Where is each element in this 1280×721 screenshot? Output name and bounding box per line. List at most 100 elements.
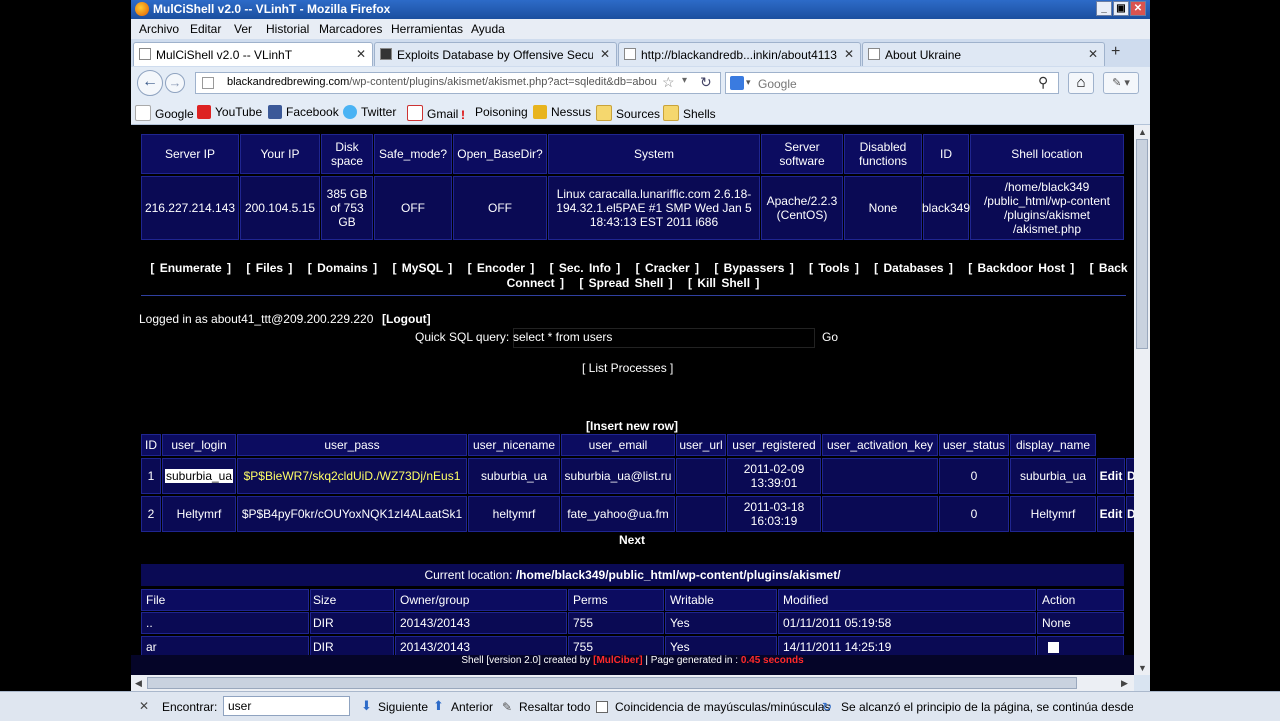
url-bar[interactable]: blackandredbrewing.com/wp-content/plugin… [195, 72, 721, 94]
menu-mysql[interactable]: [ MySQL ] [392, 261, 452, 275]
file-row-perms: 755 [568, 612, 664, 634]
bookmark-shells[interactable]: Shells [663, 105, 716, 121]
close-window-button[interactable]: ✕ [1130, 1, 1146, 16]
menu-archivo[interactable]: Archivo [139, 22, 179, 36]
chevron-down-icon[interactable]: ▾ [746, 77, 751, 88]
footer-author[interactable]: [MulCiber] [593, 655, 642, 666]
bookmark-youtube[interactable]: YouTube [197, 105, 262, 119]
page-icon [139, 48, 151, 60]
highlight-all-button[interactable]: Resaltar todo [519, 700, 590, 714]
col-writable: Writable [665, 589, 777, 611]
google-icon[interactable] [730, 76, 744, 90]
bookmark-facebook[interactable]: Facebook [268, 105, 339, 119]
menu-domains[interactable]: [ Domains ] [308, 261, 377, 275]
menu-sec-info[interactable]: [ Sec. Info ] [550, 261, 621, 275]
home-button[interactable]: ⌂ [1068, 72, 1094, 94]
search-icon[interactable]: ⚲ [1038, 74, 1048, 91]
menu-ver[interactable]: Ver [234, 22, 252, 36]
google-icon [135, 105, 151, 121]
next-link[interactable]: Next [619, 533, 645, 547]
menu-cracker[interactable]: [ Cracker ] [636, 261, 699, 275]
search-input[interactable]: Google [758, 77, 797, 91]
bookmark-label: Twitter [361, 105, 397, 119]
horizontal-scrollbar[interactable]: ◀ ▶ [131, 675, 1134, 691]
scrollbar-thumb[interactable] [1136, 139, 1148, 349]
menu-historial[interactable]: Historial [266, 22, 309, 36]
table-row-login[interactable]: suburbia_ua [162, 458, 236, 494]
minimize-button[interactable]: _ [1096, 1, 1112, 16]
new-tab-button[interactable]: + [1111, 43, 1120, 61]
bookmark-google[interactable]: Google [135, 105, 194, 121]
arrow-up-icon[interactable]: ⬆ [433, 698, 444, 714]
menu-marcadores[interactable]: Marcadores [319, 22, 382, 36]
col-perms: Perms [568, 589, 664, 611]
logout-link[interactable]: [Logout] [382, 312, 431, 326]
close-tab-icon[interactable]: ✕ [600, 47, 610, 61]
bookmark-label: YouTube [215, 105, 263, 119]
close-tab-icon[interactable]: ✕ [844, 47, 854, 61]
menu-backdoor-host[interactable]: [ Backdoor Host ] [968, 261, 1074, 275]
insert-row-link[interactable]: [Insert new row] [586, 419, 678, 433]
scroll-left-icon[interactable]: ◀ [135, 678, 142, 689]
delete-link[interactable]: D [1126, 458, 1134, 494]
tab-about-ukraine[interactable]: About Ukraine ✕ [862, 42, 1105, 66]
go-button[interactable]: Go [822, 330, 838, 344]
file-row-name[interactable]: .. [141, 612, 309, 634]
quick-sql-input[interactable]: select * from users [513, 330, 612, 344]
arrow-down-icon[interactable]: ⬇ [361, 698, 372, 714]
menu-editar[interactable]: Editar [190, 22, 221, 36]
bookmark-gmail[interactable]: Gmail [407, 105, 458, 121]
close-tab-icon[interactable]: ✕ [1088, 47, 1098, 61]
tab-exploits-db[interactable]: Exploits Database by Offensive Security … [374, 42, 617, 66]
find-input[interactable]: user [223, 696, 350, 716]
header-safe-mode: Safe_mode? [374, 134, 452, 174]
back-button[interactable]: ← [137, 70, 163, 96]
menu-kill-shell[interactable]: [ Kill Shell ] [688, 276, 759, 290]
edit-link[interactable]: Edit [1097, 458, 1125, 494]
current-location-label: Current location: [424, 568, 513, 582]
find-next-button[interactable]: Siguiente [378, 700, 428, 714]
scroll-right-icon[interactable]: ▶ [1121, 678, 1128, 689]
menu-ayuda[interactable]: Ayuda [471, 22, 505, 36]
chevron-down-icon[interactable]: ▾ [682, 75, 687, 86]
match-case-label[interactable]: Coincidencia de mayúsculas/minúsculas [615, 700, 830, 714]
menu-databases[interactable]: [ Databases ] [874, 261, 953, 275]
select-checkbox[interactable] [1048, 641, 1059, 653]
search-bar[interactable]: ▾ Google ⚲ [725, 72, 1059, 94]
tab-mulcishell[interactable]: MulCiShell v2.0 -- VLinhT ✕ [133, 42, 373, 66]
reload-icon[interactable]: ↻ [700, 74, 712, 91]
menu-encoder[interactable]: [ Encoder ] [468, 261, 535, 275]
bookmark-sources[interactable]: Sources [596, 105, 660, 121]
restore-button[interactable]: ▣ [1113, 1, 1129, 16]
bookmark-nessus[interactable]: Nessus [533, 105, 591, 119]
col-modified: Modified [778, 589, 1036, 611]
menu-spread-shell[interactable]: [ Spread Shell ] [579, 276, 672, 290]
vertical-scrollbar[interactable]: ▲ ▼ [1134, 125, 1150, 675]
delete-link[interactable]: D [1126, 496, 1134, 532]
forward-button[interactable]: → [165, 73, 185, 93]
menu-herramientas[interactable]: Herramientas [391, 22, 463, 36]
scrollbar-thumb[interactable] [147, 677, 1077, 689]
match-case-checkbox[interactable] [596, 701, 608, 713]
tab-about4113[interactable]: http://blackandredb...inkin/about4113.tx… [618, 42, 861, 66]
list-processes-link[interactable]: [ List Processes ] [582, 361, 673, 375]
bookmark-poisoning[interactable]: ! Poisoning [461, 105, 528, 122]
menu-bypassers[interactable]: [ Bypassers ] [714, 261, 793, 275]
menu-enumerate[interactable]: [ Enumerate ] [150, 261, 231, 275]
addon-button[interactable]: ✎ ▾ [1103, 72, 1139, 94]
site-identity-icon[interactable] [202, 77, 214, 89]
close-tab-icon[interactable]: ✕ [356, 47, 366, 61]
scroll-down-icon[interactable]: ▼ [1138, 663, 1147, 673]
facebook-icon [268, 105, 282, 119]
file-row-action: None [1037, 612, 1124, 634]
close-find-bar-button[interactable]: ✕ [139, 699, 149, 713]
value-safe-mode: OFF [374, 176, 452, 240]
menu-files[interactable]: [ Files ] [246, 261, 292, 275]
menu-tools[interactable]: [ Tools ] [809, 261, 859, 275]
scroll-up-icon[interactable]: ▲ [1138, 127, 1147, 137]
edit-link[interactable]: Edit [1097, 496, 1125, 532]
bookmark-twitter[interactable]: Twitter [343, 105, 396, 119]
star-icon[interactable]: ☆ [662, 74, 675, 91]
col-id: ID [141, 434, 161, 456]
find-previous-button[interactable]: Anterior [451, 700, 493, 714]
